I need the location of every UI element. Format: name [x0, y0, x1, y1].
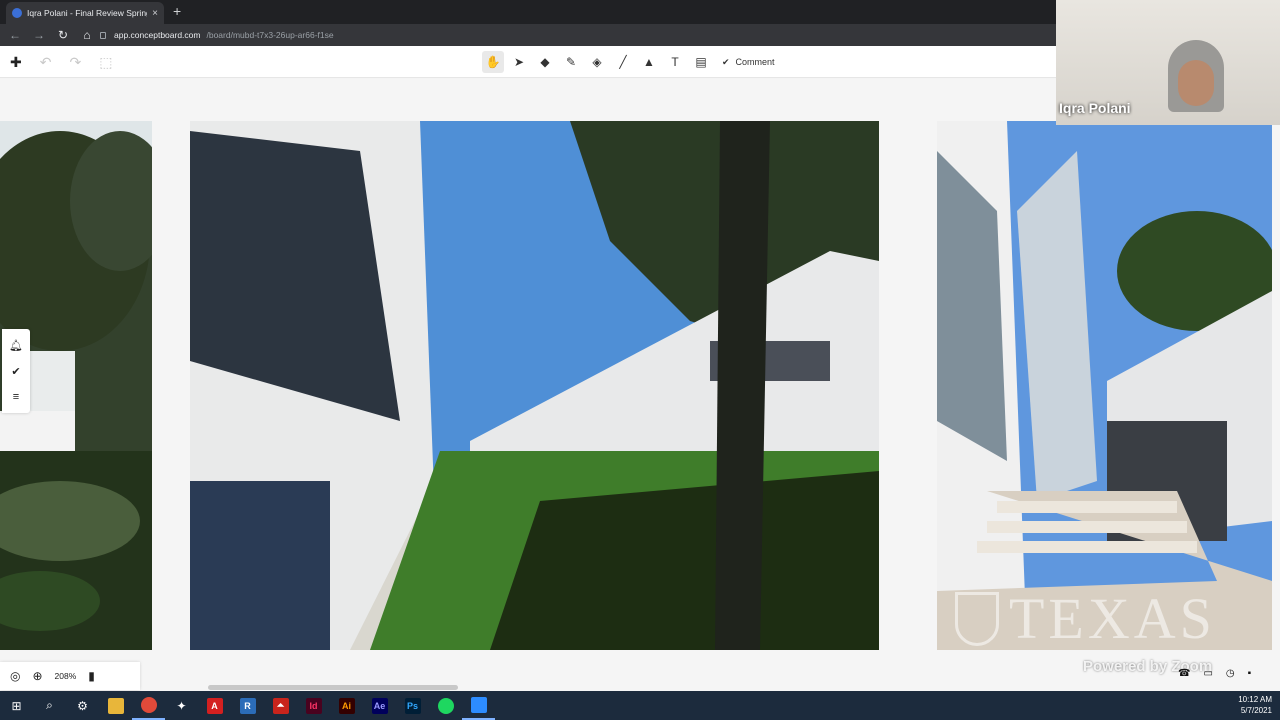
sticky-note-icon[interactable]: ▤ [690, 51, 712, 73]
rhino-button[interactable]: ✦ [165, 691, 198, 720]
chrome-icon [140, 696, 157, 713]
illustrator-icon: Ai [338, 697, 355, 714]
address-bar-row: ← → ↻ ⌂ app.conceptboard.com /board/mubd… [0, 24, 1056, 46]
texas-watermark: TEXAS [955, 585, 1216, 652]
explorer-button[interactable] [99, 691, 132, 720]
browser-tab[interactable]: Iqra Polani - Final Review Spring × [6, 2, 164, 24]
zoom-widget: ◎ ⊕ 208% ▮ [0, 662, 140, 690]
clock-date: 5/7/2021 [1240, 706, 1272, 715]
after-effects-icon: Ae [371, 697, 388, 714]
photoshop-icon: Ps [404, 697, 421, 714]
phone-icon[interactable]: ☎ [1178, 668, 1190, 679]
acrobat-icon: A [206, 697, 223, 714]
spotify-button[interactable] [429, 691, 462, 720]
board-toolbar: ✚ ↶ ↷ ⬚ ✋ ➤ ◆ ✎ ◈ ╱ ▲ T ▤ ✔ Comment [0, 46, 1056, 78]
zoom-overlay-icons: ☎ ▭ ◷ ▪ [1178, 668, 1251, 679]
clock-time: 10:12 AM [1238, 695, 1272, 704]
add-icon[interactable]: ✚ [10, 54, 22, 71]
hand-icon[interactable]: ✋ [482, 51, 504, 73]
participant-name: Iqra Polani [1059, 100, 1131, 116]
bell-icon[interactable]: 🔔︎ [9, 339, 23, 352]
acrobat-reader-icon: ⏶ [272, 697, 289, 714]
eraser-icon[interactable]: ◆ [534, 51, 556, 73]
line-icon[interactable]: ╱ [612, 51, 634, 73]
forward-icon[interactable]: → [32, 28, 46, 42]
redo-icon[interactable]: ↷ [69, 54, 81, 71]
folder-icon [107, 697, 124, 714]
comment-icon: ✔ [722, 56, 730, 67]
taskbar-app-photoshop[interactable]: Ps [396, 691, 429, 720]
taskbar-app-indesign[interactable]: Id [297, 691, 330, 720]
browser-tab-bar: Iqra Polani - Final Review Spring × + [0, 0, 1056, 24]
url-path: /board/mubd-t7x3-26up-ar66-f1se [206, 30, 334, 40]
participant-face [1178, 60, 1214, 106]
shield-icon [955, 591, 999, 646]
format-painter-icon[interactable]: ⬚ [99, 54, 112, 71]
photo-right[interactable] [937, 121, 1272, 650]
url-field[interactable]: app.conceptboard.com /board/mubd-t7x3-26… [100, 27, 1040, 43]
chat-icon[interactable]: ▪ [1248, 668, 1252, 679]
home-icon[interactable]: ⌂ [80, 28, 94, 42]
gear-icon: ⚙ [77, 698, 88, 713]
photo-center[interactable] [190, 121, 879, 650]
reload-icon[interactable]: ↻ [56, 28, 70, 42]
url-host: app.conceptboard.com [114, 30, 201, 40]
zoom-in-icon[interactable]: ⊕ [32, 669, 42, 683]
search-button[interactable]: ⌕ [33, 691, 66, 720]
list-icon[interactable]: ≡ [13, 391, 19, 403]
comment-button[interactable]: ✔ Comment [722, 57, 775, 68]
zoom-level[interactable]: 208% [55, 671, 77, 681]
taskbar-app-acrobat[interactable]: A [198, 691, 231, 720]
horizontal-scrollbar[interactable] [208, 685, 458, 690]
marker-icon[interactable]: ◈ [586, 51, 608, 73]
tool-group: ✋ ➤ ◆ ✎ ◈ ╱ ▲ T ▤ ✔ Comment [482, 51, 775, 73]
tab-close-icon[interactable]: × [152, 8, 158, 19]
indesign-icon: Id [305, 697, 322, 714]
taskbar-app-after-effects[interactable]: Ae [363, 691, 396, 720]
shapes-icon[interactable]: ▲ [638, 51, 660, 73]
compass-icon[interactable]: ◎ [10, 669, 20, 683]
screen-icon[interactable]: ▭ [1203, 668, 1212, 679]
taskbar-clock[interactable]: 10:12 AM 5/7/2021 [1238, 694, 1272, 716]
windows-icon: ⊞ [11, 698, 22, 713]
rhino-icon: ✦ [176, 698, 187, 713]
lock-icon [100, 31, 106, 39]
side-widget: 🔔︎ ✔ ≡ [2, 329, 30, 413]
undo-icon[interactable]: ↶ [40, 54, 52, 71]
conceptboard-favicon-icon [12, 8, 22, 18]
revit-icon: R [239, 697, 256, 714]
watermark-text: TEXAS [1009, 586, 1216, 651]
comment-label: Comment [735, 57, 775, 67]
taskbar-app-illustrator[interactable]: Ai [330, 691, 363, 720]
windows-taskbar: ⊞ ⌕ ⚙ ✦ A R ⏶ Id Ai Ae Ps [0, 691, 1280, 720]
tab-title: Iqra Polani - Final Review Spring [27, 8, 148, 18]
settings-button[interactable]: ⚙ [66, 691, 99, 720]
pointer-icon[interactable]: ➤ [508, 51, 530, 73]
zoom-camera-icon [470, 696, 487, 713]
search-icon: ⌕ [46, 698, 53, 712]
timer-icon[interactable]: ◷ [1226, 668, 1235, 679]
zoom-app-button[interactable] [462, 691, 495, 720]
text-icon[interactable]: T [664, 51, 686, 73]
mouse-icon[interactable]: ▮ [88, 669, 95, 683]
pen-icon[interactable]: ✎ [560, 51, 582, 73]
spotify-icon [437, 697, 454, 714]
taskbar-app-acrobat-reader[interactable]: ⏶ [264, 691, 297, 720]
chrome-button[interactable] [132, 691, 165, 720]
taskbar-app-revit[interactable]: R [231, 691, 264, 720]
back-icon[interactable]: ← [8, 28, 22, 42]
check-circle-icon[interactable]: ✔ [11, 365, 20, 378]
start-button[interactable]: ⊞ [0, 691, 33, 720]
new-tab-button[interactable]: + [173, 3, 181, 19]
